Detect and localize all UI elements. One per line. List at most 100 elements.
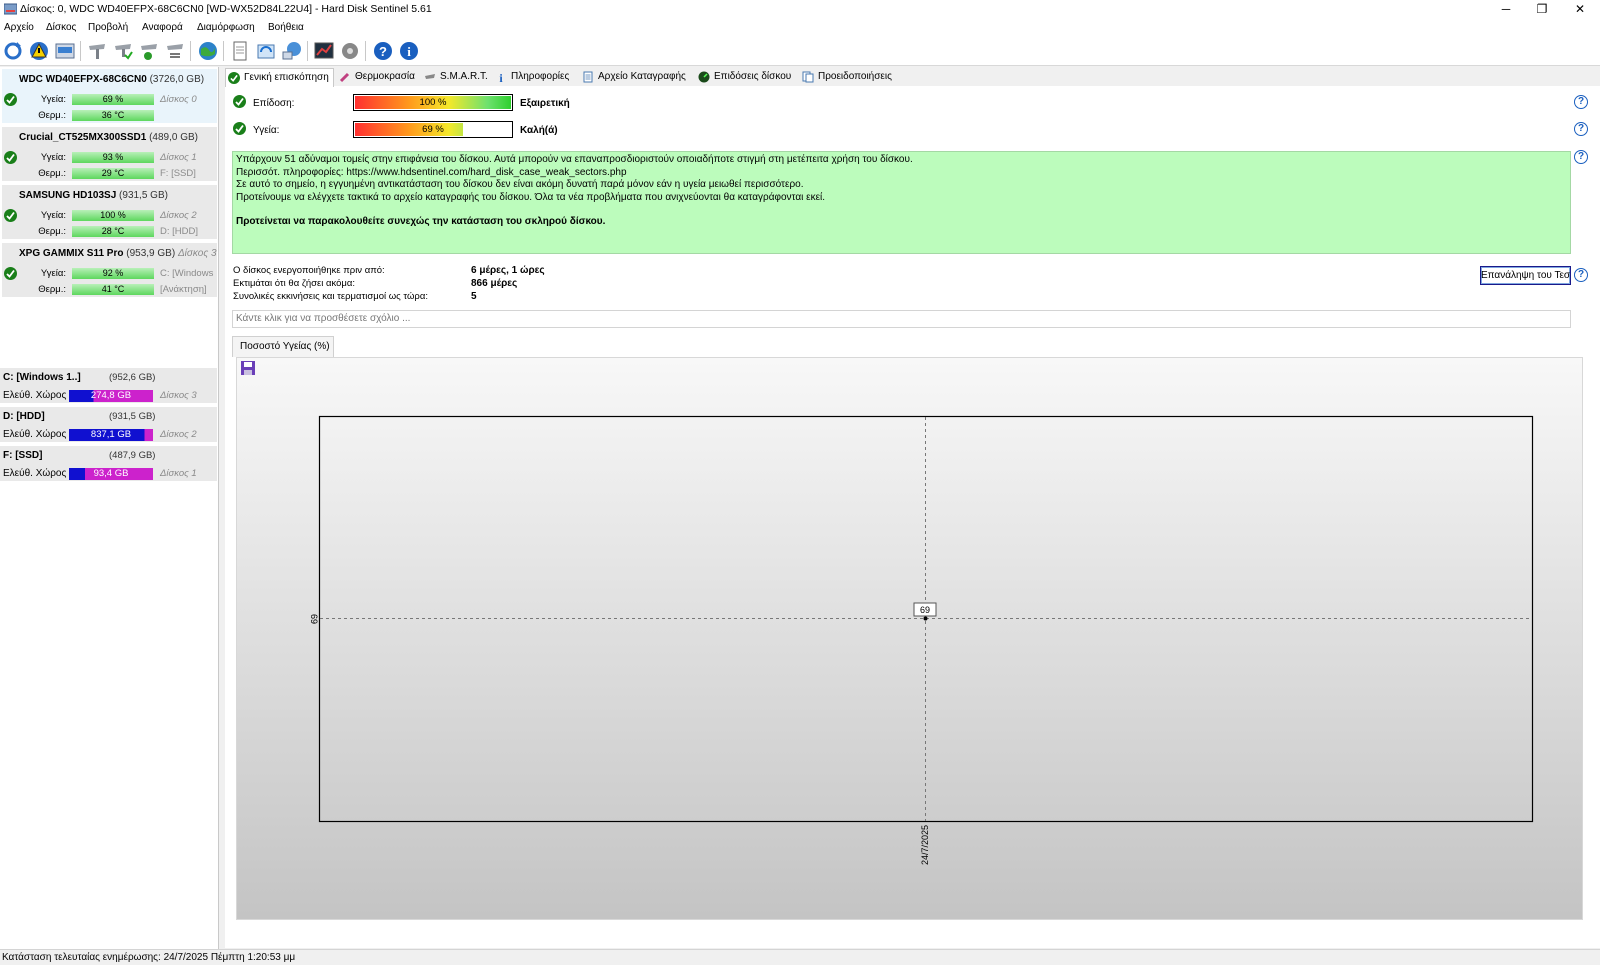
report-icon[interactable]: [229, 40, 251, 62]
tab-overview[interactable]: Γενική επισκόπηση: [225, 68, 334, 87]
network-icon[interactable]: [281, 40, 303, 62]
close-button[interactable]: ✕: [1558, 0, 1600, 19]
free-space-label: Ελεύθ. Χώρος: [3, 429, 67, 440]
toolbar: ? i: [0, 36, 1600, 66]
health-label: Υγεία:: [40, 152, 66, 163]
y-tick-label: 69: [309, 614, 319, 624]
tab-health-percentage[interactable]: Ποσοστό Υγείας (%): [232, 336, 334, 357]
temp-label: Θερμ.:: [38, 226, 66, 237]
retest-button[interactable]: Επανάληψη του Τεστ: [1480, 266, 1571, 285]
disk-info-icon[interactable]: [54, 40, 76, 62]
data-label: 69: [920, 605, 930, 615]
window-title: Δίσκος: 0, WDC WD40EFPX-68C6CN0 [WD-WX52…: [20, 3, 432, 15]
hdd-test-icon[interactable]: [86, 40, 108, 62]
settings-icon[interactable]: [339, 40, 361, 62]
comment-input[interactable]: Κάντε κλικ για να προσθέσετε σχόλιο ...: [232, 310, 1571, 328]
disk-card-0[interactable]: WDC WD40EFPX-68C6CN0 (3726,0 GB) Υγεία: …: [2, 69, 217, 124]
health-label: Υγεία:: [40, 94, 66, 105]
performance-rating: Εξαιρετική: [520, 98, 570, 109]
health-label: Υγεία:: [40, 210, 66, 221]
log-icon: [583, 71, 593, 83]
chart-icon[interactable]: [313, 40, 335, 62]
disk-card-3[interactable]: XPG GAMMIX S11 Pro (953,9 GB) Δίσκος 3 Υ…: [2, 243, 217, 298]
disk-card-2[interactable]: SAMSUNG HD103SJ (931,5 GB) Υγεία: 100 % …: [2, 185, 217, 240]
menu-view[interactable]: Προβολή: [88, 22, 128, 33]
short-test-icon[interactable]: [138, 40, 160, 62]
message-line: Σε αυτό το σημείο, η εγγυημένη αντικατάσ…: [236, 179, 804, 191]
menu-report[interactable]: Αναφορά: [142, 22, 183, 33]
performance-bar: 100 %: [353, 94, 513, 111]
toolbar-separator: [307, 41, 308, 61]
volume-card-d[interactable]: D: [HDD] (931,5 GB) Ελεύθ. Χώρος 837,1 G…: [0, 407, 217, 444]
status-ok-icon: [4, 151, 17, 164]
tab-smart[interactable]: S.M.A.R.T.: [422, 68, 488, 86]
free-space-bar: 274,8 GB: [69, 390, 153, 402]
volume-size: (487,9 GB): [109, 450, 156, 461]
temp-label: Θερμ.:: [38, 284, 66, 295]
menu-help[interactable]: Βοήθεια: [268, 22, 304, 33]
temp-meter: 41 °C: [72, 284, 154, 295]
powered-on-label: Ο δίσκος ενεργοποιήθηκε πριν από:: [233, 265, 385, 276]
alerts-icon: [802, 71, 814, 83]
message-line: Περισσότ. πληροφορίες: https://www.hdsen…: [236, 166, 627, 178]
help-icon[interactable]: ?: [1574, 95, 1588, 109]
volume-card-f[interactable]: F: [SSD] (487,9 GB) Ελεύθ. Χώρος 93,4 GB…: [0, 446, 217, 483]
tab-temperature[interactable]: Θερμοκρασία: [337, 68, 415, 86]
free-space-bar: 837,1 GB: [69, 429, 153, 441]
help-icon[interactable]: ?: [1574, 150, 1588, 164]
menu-file[interactable]: Αρχείο: [4, 22, 34, 33]
volume-card-c[interactable]: C: [Windows 1..] (952,6 GB) Ελεύθ. Χώρος…: [0, 368, 217, 405]
disk-volume-recovery: [Ανάκτηση]: [160, 284, 207, 295]
web-report-icon[interactable]: [197, 40, 219, 62]
menu-disk[interactable]: Δίσκος: [46, 22, 76, 33]
help-icon[interactable]: ?: [1574, 268, 1588, 282]
free-space-label: Ελεύθ. Χώρος: [3, 468, 67, 479]
message-recommendation: Προτείνεται να παρακολουθείτε συνεχώς τη…: [236, 216, 606, 228]
health-meter: 69 %: [72, 94, 154, 105]
performance-icon: [698, 71, 710, 83]
temp-meter: 36 °C: [72, 110, 154, 121]
powered-on-value: 6 μέρες, 1 ώρες: [471, 265, 545, 276]
svg-text:i: i: [407, 44, 411, 59]
save-icon[interactable]: [240, 360, 256, 376]
title-bar: Δίσκος: 0, WDC WD40EFPX-68C6CN0 [WD-WX52…: [0, 0, 1600, 19]
status-bar: Κατάσταση τελευταίας ενημέρωσης: 24/7/20…: [0, 949, 1600, 965]
free-space-label: Ελεύθ. Χώρος: [3, 390, 67, 401]
alert-icon[interactable]: [28, 40, 50, 62]
tab-information[interactable]: i Πληροφορίες: [493, 68, 569, 86]
help-icon[interactable]: ?: [372, 40, 394, 62]
refresh-icon[interactable]: [2, 40, 24, 62]
free-space-bar: 93,4 GB: [69, 468, 153, 480]
volume-name: D: [HDD]: [3, 411, 45, 422]
app-icon: [4, 3, 17, 15]
svg-text:i: i: [499, 71, 503, 83]
remaining-life-value: 866 μέρες: [471, 278, 518, 289]
extended-test-icon[interactable]: [164, 40, 186, 62]
about-icon[interactable]: i: [398, 40, 420, 62]
surface-test-icon[interactable]: [112, 40, 134, 62]
send-report-icon[interactable]: [255, 40, 277, 62]
help-icon[interactable]: ?: [1574, 122, 1588, 136]
health-meter: 100 %: [72, 210, 154, 221]
volume-disk: Δίσκος 2: [160, 429, 197, 440]
message-line: Προτείνουμε να ελέγχετε τακτικά το αρχεί…: [236, 191, 826, 203]
disk-list-panel: WDC WD40EFPX-68C6CN0 (3726,0 GB) Υγεία: …: [0, 67, 219, 949]
temp-label: Θερμ.:: [38, 168, 66, 179]
disk-name: SAMSUNG HD103SJ (931,5 GB): [19, 190, 168, 201]
temp-meter: 29 °C: [72, 168, 154, 179]
disk-name: XPG GAMMIX S11 Pro (953,9 GB) Δίσκος 3: [19, 248, 217, 259]
status-ok-icon: [4, 209, 17, 222]
tab-alerts[interactable]: Προειδοποιήσεις: [800, 68, 892, 86]
status-ok-icon: [4, 267, 17, 280]
health-meter: 93 %: [72, 152, 154, 163]
tab-log[interactable]: Αρχείο Καταγραφής: [580, 68, 686, 86]
menu-bar: Αρχείο Δίσκος Προβολή Αναφορά Διαμόρφωση…: [0, 19, 1600, 36]
tab-disk-performance[interactable]: Επιδόσεις δίσκου: [696, 68, 791, 86]
start-stop-label: Συνολικές εκκινήσεις και τερματισμοί ως …: [233, 291, 428, 302]
temp-label: Θερμ.:: [38, 110, 66, 121]
volume-name: F: [SSD]: [3, 450, 43, 461]
disk-card-1[interactable]: Crucial_CT525MX300SSD1 (489,0 GB) Υγεία:…: [2, 127, 217, 182]
smart-icon: [425, 74, 435, 79]
volume-disk: Δίσκος 1: [160, 468, 197, 479]
menu-configuration[interactable]: Διαμόρφωση: [197, 22, 255, 33]
